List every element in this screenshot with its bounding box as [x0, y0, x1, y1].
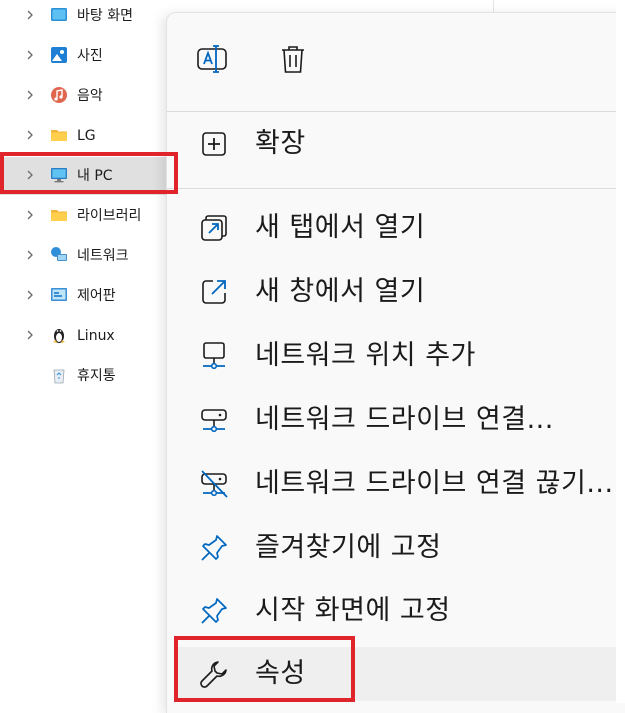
wrench-icon [200, 661, 227, 688]
chevron-right-icon[interactable] [23, 128, 37, 142]
sidebar-item-label: 내 PC [77, 168, 113, 184]
chevron-right-icon[interactable] [23, 288, 37, 302]
sidebar-item-label: 라이브러리 [77, 208, 142, 224]
sidebar-item-label: LG [77, 128, 96, 144]
pictures-icon [51, 47, 67, 63]
sidebar-item-music[interactable]: 음악 [0, 77, 170, 115]
open-new-tab-icon [201, 215, 227, 241]
chevron-right-icon[interactable] [23, 48, 37, 62]
rename-icon[interactable] [194, 39, 234, 79]
desktop-icon [51, 8, 67, 21]
sidebar-item-pictures[interactable]: 사진 [0, 37, 170, 75]
menu-item-label: 네트워크 드라이브 연결... [255, 404, 554, 435]
window-edge [616, 0, 625, 703]
menu-item-label: 새 탭에서 열기 [255, 212, 426, 243]
menu-item-label: 네트워크 위치 추가 [255, 340, 476, 371]
pin-icon [201, 598, 227, 624]
expand-plus-icon [202, 132, 226, 156]
background-divider [493, 0, 494, 12]
context-menu: 확장 새 탭에서 열기 새 창에서 열기 네트워크 위치 추가 네트워크 드라이… [166, 12, 625, 713]
libraries-icon [51, 210, 67, 221]
sidebar-item-this-pc[interactable]: 내 PC [0, 157, 170, 195]
sidebar-item-label: 바탕 화면 [77, 8, 133, 24]
this-pc-icon [51, 168, 67, 183]
menu-item-open-new-tab[interactable]: 새 탭에서 열기 [177, 201, 625, 255]
chevron-right-icon[interactable] [23, 208, 37, 222]
menu-item-properties[interactable]: 속성 [177, 647, 625, 701]
menu-item-label: 즐겨찾기에 고정 [255, 532, 442, 563]
menu-item-label: 새 창에서 열기 [255, 276, 426, 307]
sidebar-item-label: 음악 [77, 88, 103, 104]
menu-item-label: 속성 [255, 658, 306, 689]
sidebar-item-recycle-bin[interactable]: 휴지통 [0, 357, 170, 395]
music-icon [51, 87, 67, 103]
menu-item-add-network-location[interactable]: 네트워크 위치 추가 [177, 329, 625, 383]
folder-icon [51, 130, 67, 141]
map-network-drive-icon [201, 409, 227, 433]
navigation-pane: 바탕 화면 사진 음악 LG 내 PC 라이브러리 네트워크 제어판 Linux… [0, 0, 170, 703]
chevron-right-icon[interactable] [23, 328, 37, 342]
chevron-right-icon[interactable] [23, 88, 37, 102]
recycle-bin-icon [53, 369, 65, 384]
sidebar-item-label: 휴지통 [77, 368, 116, 384]
disconnect-network-drive-icon [201, 470, 228, 498]
chevron-right-icon[interactable] [23, 8, 37, 22]
menu-item-pin-start[interactable]: 시작 화면에 고정 [177, 584, 625, 638]
menu-separator [167, 111, 625, 112]
sidebar-item-desktop[interactable]: 바탕 화면 [0, 0, 170, 35]
open-new-window-icon [202, 280, 226, 304]
chevron-right-icon[interactable] [23, 248, 37, 262]
menu-item-pin-quick-access[interactable]: 즐겨찾기에 고정 [177, 521, 625, 575]
menu-item-label: 시작 화면에 고정 [255, 595, 451, 626]
menu-item-map-network-drive[interactable]: 네트워크 드라이브 연결... [177, 393, 625, 447]
menu-item-expand[interactable]: 확장 [177, 117, 625, 171]
sidebar-item-network[interactable]: 네트워크 [0, 237, 170, 275]
chevron-right-icon[interactable] [23, 168, 37, 182]
sidebar-item-label: 사진 [77, 48, 103, 64]
sidebar-item-label: Linux [77, 328, 115, 344]
linux-icon [53, 329, 65, 343]
menu-item-label: 확장 [255, 128, 306, 159]
trash-icon[interactable] [273, 39, 313, 79]
sidebar-item-control-panel[interactable]: 제어판 [0, 277, 170, 315]
network-icon [51, 247, 67, 261]
menu-separator [167, 188, 625, 189]
pin-icon [201, 535, 227, 561]
menu-item-disconnect-network-drive[interactable]: 네트워크 드라이브 연결 끊기... [177, 457, 625, 511]
add-network-location-icon [203, 342, 225, 370]
control-panel-icon [51, 288, 67, 301]
sidebar-item-libraries[interactable]: 라이브러리 [0, 197, 170, 235]
sidebar-item-label: 네트워크 [77, 248, 129, 264]
menu-item-label: 네트워크 드라이브 연결 끊기... [255, 468, 614, 499]
sidebar-item-label: 제어판 [77, 288, 116, 304]
menu-item-open-new-window[interactable]: 새 창에서 열기 [177, 265, 625, 319]
sidebar-item-linux[interactable]: Linux [0, 317, 170, 355]
sidebar-item-lg[interactable]: LG [0, 117, 170, 155]
